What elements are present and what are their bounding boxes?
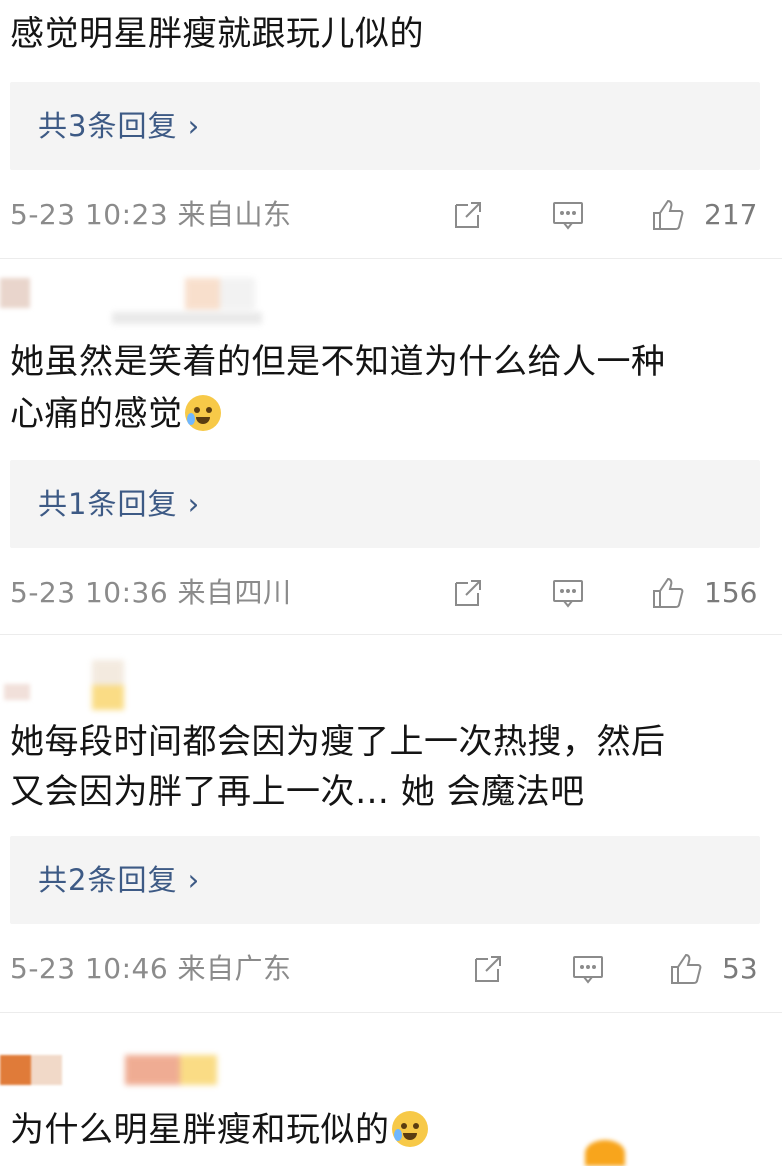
username-blurred[interactable] <box>92 660 124 710</box>
like-count: 156 <box>704 576 758 609</box>
thumbs-up-icon[interactable] <box>668 951 704 987</box>
reply-expand-button[interactable]: 共3条回复 › <box>10 82 760 170</box>
crying-face-emoji <box>184 395 221 431</box>
reply-count-label: 共3条回复 › <box>38 109 201 143</box>
divider <box>0 1012 782 1013</box>
avatar[interactable] <box>0 1055 62 1085</box>
comment-meta: 5-23 10:23 来自山东 217 <box>10 195 770 235</box>
comment-text-line-2: 又会因为胖了再上一次… 她 会魔法吧 <box>10 772 585 812</box>
user-badge <box>112 312 262 324</box>
comment-meta: 5-23 10:36 来自四川 156 <box>10 573 770 613</box>
reply-expand-button[interactable]: 共1条回复 › <box>10 460 760 548</box>
share-icon[interactable] <box>450 197 486 233</box>
share-icon[interactable] <box>470 951 506 987</box>
avatar[interactable] <box>4 684 30 700</box>
comment-icon[interactable] <box>570 951 606 987</box>
comment-text-span: 心痛的感觉 <box>10 394 183 434</box>
avatar[interactable] <box>0 278 30 308</box>
divider <box>0 634 782 635</box>
comment-text: 为什么明星胖瘦和玩似的 <box>10 1104 428 1156</box>
thumbs-up-icon[interactable] <box>650 575 686 611</box>
username-blurred[interactable] <box>185 278 255 310</box>
share-icon[interactable] <box>450 575 486 611</box>
reply-expand-button[interactable]: 共2条回复 › <box>10 836 760 924</box>
comment-meta: 5-23 10:46 来自广东 53 <box>10 949 770 989</box>
timestamp-location: 5-23 10:36 来自四川 <box>10 576 292 609</box>
decoration-blob <box>585 1140 625 1166</box>
comment-text-span: 为什么明星胖瘦和玩似的 <box>10 1110 390 1150</box>
comment-text: 感觉明星胖瘦就跟玩儿似的 <box>10 14 424 54</box>
username-blurred[interactable] <box>125 1055 217 1085</box>
like-count: 53 <box>722 952 758 985</box>
comment-icon[interactable] <box>550 197 586 233</box>
laughing-tears-emoji <box>391 1111 428 1147</box>
like-count: 217 <box>704 198 758 231</box>
thumbs-up-icon[interactable] <box>650 197 686 233</box>
timestamp-location: 5-23 10:46 来自广东 <box>10 952 292 985</box>
timestamp-location: 5-23 10:23 来自山东 <box>10 198 292 231</box>
comment-text-line-1: 她虽然是笑着的但是不知道为什么给人一种 <box>10 342 666 382</box>
reply-count-label: 共2条回复 › <box>38 863 201 897</box>
comment-icon[interactable] <box>550 575 586 611</box>
reply-count-label: 共1条回复 › <box>38 487 201 521</box>
comment-text-line-2: 心痛的感觉 <box>10 388 221 440</box>
divider <box>0 258 782 259</box>
comment-text-line-1: 她每段时间都会因为瘦了上一次热搜，然后 <box>10 722 666 762</box>
